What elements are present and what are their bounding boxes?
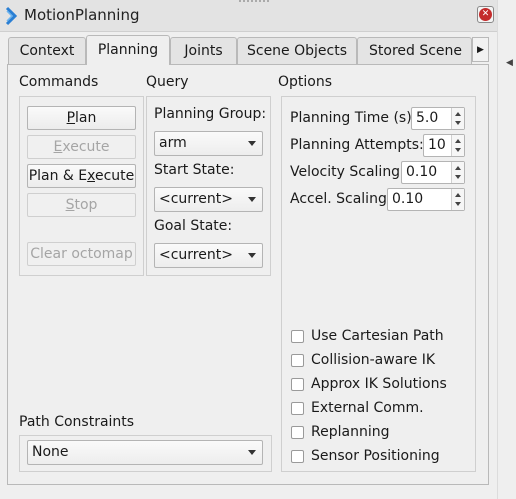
- app-icon: [4, 6, 20, 26]
- path-constraints-select[interactable]: None: [27, 440, 263, 465]
- clear-octomap-button[interactable]: Clear octomap: [27, 242, 136, 266]
- velocity-scaling-label: Velocity Scaling:: [290, 164, 405, 180]
- planning-time-label: Planning Time (s):: [290, 110, 417, 126]
- checkbox-label: Collision-aware IK: [311, 352, 436, 368]
- collapse-left-icon[interactable]: ◀: [506, 58, 513, 68]
- drag-grip[interactable]: [239, 0, 269, 3]
- tab-scroll-right-button[interactable]: ▶: [472, 37, 489, 62]
- use-cartesian-path-checkbox[interactable]: Use Cartesian Path: [291, 326, 444, 346]
- plan-button[interactable]: Plan: [27, 106, 136, 130]
- tab-scene-objects[interactable]: Scene Objects: [237, 37, 357, 64]
- checkbox-box[interactable]: [291, 377, 304, 391]
- planning-attempts-spinbox[interactable]: 10: [423, 134, 465, 157]
- checkbox-label: Sensor Positioning: [311, 448, 440, 464]
- checkbox-box[interactable]: [291, 401, 304, 415]
- accel-scaling-value: 0.10: [392, 191, 424, 207]
- start-state-value: <current>: [159, 191, 233, 207]
- velocity-scaling-spinbox[interactable]: 0.10: [401, 161, 465, 184]
- tab-stored-scenes[interactable]: Stored Scene: [357, 37, 472, 64]
- tab-planning[interactable]: Planning: [86, 35, 170, 65]
- start-state-label: Start State:: [154, 162, 235, 178]
- approx-ik-solutions-checkbox[interactable]: Approx IK Solutions: [291, 374, 447, 394]
- planning-time-value: 5.0: [416, 110, 439, 126]
- accel-scaling-label: Accel. Scaling:: [290, 191, 392, 207]
- goal-state-label: Goal State:: [154, 218, 233, 234]
- checkbox-label: Use Cartesian Path: [311, 328, 444, 344]
- tab-joints[interactable]: Joints: [170, 37, 237, 64]
- path-constraints-value: None: [32, 444, 69, 460]
- planning-attempts-label: Planning Attempts:: [290, 137, 424, 153]
- spinbox-arrows-icon[interactable]: [451, 108, 464, 129]
- chevron-right-icon: ▶: [477, 45, 484, 55]
- commands-label: Commands: [19, 74, 99, 90]
- planning-group-select[interactable]: arm: [154, 131, 263, 156]
- start-state-select[interactable]: <current>: [154, 187, 263, 212]
- tab-context[interactable]: Context: [8, 37, 86, 64]
- window-title: MotionPlanning: [24, 6, 140, 24]
- checkbox-box[interactable]: [291, 425, 304, 439]
- checkbox-label: Replanning: [311, 424, 390, 440]
- spinbox-arrows-icon[interactable]: [451, 162, 464, 183]
- planning-group-label: Planning Group:: [154, 106, 267, 122]
- chevron-down-icon: [248, 141, 256, 146]
- spinbox-arrows-icon[interactable]: [451, 189, 464, 210]
- checkbox-label: Approx IK Solutions: [311, 376, 447, 392]
- execute-button[interactable]: Execute: [27, 135, 136, 159]
- sensor-positioning-checkbox[interactable]: Sensor Positioning: [291, 446, 440, 466]
- panel-splitter[interactable]: [497, 0, 516, 499]
- planning-group-value: arm: [159, 135, 187, 151]
- planning-time-spinbox[interactable]: 5.0: [411, 107, 465, 130]
- path-constraints-label: Path Constraints: [19, 414, 135, 430]
- plan-execute-button[interactable]: Plan & Execute: [27, 164, 136, 188]
- spinbox-arrows-icon[interactable]: [451, 135, 464, 156]
- replanning-checkbox[interactable]: Replanning: [291, 422, 389, 442]
- external-comm-checkbox[interactable]: External Comm.: [291, 398, 424, 418]
- stop-button[interactable]: Stop: [27, 193, 136, 217]
- goal-state-select[interactable]: <current>: [154, 243, 263, 268]
- velocity-scaling-value: 0.10: [406, 164, 438, 180]
- close-button[interactable]: ✕: [477, 6, 494, 23]
- checkbox-label: External Comm.: [311, 400, 424, 416]
- query-label: Query: [146, 74, 189, 90]
- options-label: Options: [278, 74, 333, 90]
- chevron-down-icon: [248, 450, 256, 455]
- checkbox-box[interactable]: [291, 353, 304, 367]
- accel-scaling-spinbox[interactable]: 0.10: [387, 188, 465, 211]
- collision-aware-ik-checkbox[interactable]: Collision-aware IK: [291, 350, 435, 370]
- chevron-down-icon: [248, 253, 256, 258]
- goal-state-value: <current>: [159, 247, 233, 263]
- chevron-down-icon: [248, 197, 256, 202]
- checkbox-box[interactable]: [291, 329, 304, 343]
- close-icon: ✕: [479, 8, 492, 21]
- planning-attempts-value: 10: [428, 137, 446, 153]
- checkbox-box[interactable]: [291, 449, 304, 463]
